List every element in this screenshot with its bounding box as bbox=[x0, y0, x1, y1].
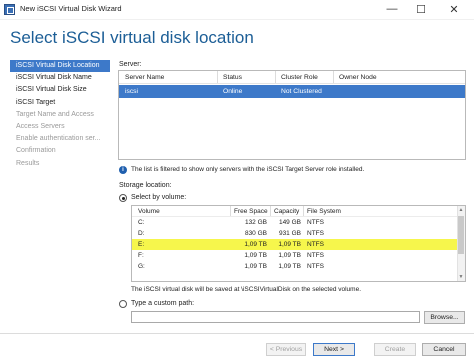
nav-item-virtual-disk-location[interactable]: iSCSI Virtual Disk Location bbox=[10, 60, 110, 73]
footer-divider bbox=[0, 333, 474, 334]
column-header-cluster-role[interactable]: Cluster Role bbox=[281, 74, 318, 81]
filter-info-text: The list is filtered to show only server… bbox=[131, 166, 365, 173]
volume-table-header: Volume Free Space Capacity File System bbox=[132, 206, 465, 217]
browse-button[interactable]: Browse... bbox=[424, 311, 465, 324]
server-status-cell: Online bbox=[223, 88, 243, 95]
custom-path-radio[interactable] bbox=[119, 300, 127, 308]
maximize-button[interactable]: ☐ bbox=[407, 0, 435, 18]
page-title: Select iSCSI virtual disk location bbox=[10, 28, 254, 47]
free-space-cell: 132 GB bbox=[244, 219, 267, 226]
capacity-cell: 931 GB bbox=[278, 230, 301, 237]
nav-item-target-name-access: Target Name and Access bbox=[16, 110, 94, 118]
file-system-cell: NTFS bbox=[307, 241, 324, 248]
server-label: Server: bbox=[119, 61, 142, 68]
create-button[interactable]: Create bbox=[374, 343, 416, 356]
table-row[interactable]: D: 830 GB 931 GB NTFS bbox=[132, 228, 465, 239]
server-name-cell: iscsi bbox=[125, 88, 139, 95]
save-location-note: The iSCSI virtual disk will be saved at … bbox=[131, 286, 362, 293]
volume-table-scrollbar[interactable]: ▲ ▼ bbox=[457, 206, 465, 281]
volume-cell: D: bbox=[138, 230, 145, 237]
column-header-free-space[interactable]: Free Space bbox=[234, 208, 268, 215]
nav-item-access-servers: Access Servers bbox=[16, 122, 65, 130]
file-system-cell: NTFS bbox=[307, 230, 324, 237]
next-button[interactable]: Next > bbox=[313, 343, 355, 356]
free-space-cell: 830 GB bbox=[244, 230, 267, 237]
server-cluster-role-cell: Not Clustered bbox=[281, 88, 322, 95]
nav-item-virtual-disk-size[interactable]: iSCSI Virtual Disk Size bbox=[10, 84, 110, 96]
file-system-cell: NTFS bbox=[307, 252, 324, 259]
volume-cell: F: bbox=[138, 252, 144, 259]
capacity-cell: 1,09 TB bbox=[278, 252, 301, 259]
table-row-highlighted[interactable]: E: 1,09 TB 1,09 TB NTFS bbox=[132, 239, 465, 250]
column-header-owner-node[interactable]: Owner Node bbox=[339, 74, 377, 81]
table-row[interactable]: iscsi Online Not Clustered bbox=[119, 85, 465, 98]
title-bar: New iSCSI Virtual Disk Wizard — ☐ ✕ bbox=[0, 0, 474, 20]
wizard-steps-nav: iSCSI Virtual Disk Location iSCSI Virtua… bbox=[10, 60, 110, 170]
server-table-header: Server Name Status Cluster Role Owner No… bbox=[119, 71, 465, 84]
column-header-status[interactable]: Status bbox=[223, 74, 242, 81]
custom-path-input[interactable] bbox=[131, 311, 420, 323]
cancel-button[interactable]: Cancel bbox=[422, 343, 466, 356]
storage-location-label: Storage location: bbox=[119, 182, 172, 189]
free-space-cell: 1,09 TB bbox=[244, 252, 267, 259]
window-title: New iSCSI Virtual Disk Wizard bbox=[20, 4, 122, 13]
file-system-cell: NTFS bbox=[307, 263, 324, 270]
volume-cell: C: bbox=[138, 219, 145, 226]
scroll-thumb[interactable] bbox=[458, 216, 464, 254]
scroll-up-arrow-icon[interactable]: ▲ bbox=[458, 207, 464, 213]
volume-cell: E: bbox=[138, 241, 145, 248]
column-header-server-name[interactable]: Server Name bbox=[125, 74, 164, 81]
minimize-button[interactable]: — bbox=[378, 0, 406, 18]
close-button[interactable]: ✕ bbox=[440, 0, 468, 18]
previous-button[interactable]: < Previous bbox=[266, 343, 306, 356]
free-space-cell: 1,09 TB bbox=[244, 263, 267, 270]
volume-cell: G: bbox=[138, 263, 145, 270]
info-icon: i bbox=[119, 166, 127, 174]
nav-item-iscsi-target[interactable]: iSCSI Target bbox=[10, 97, 110, 109]
nav-item-confirmation: Confirmation bbox=[16, 147, 56, 155]
scroll-down-arrow-icon[interactable]: ▼ bbox=[458, 274, 464, 280]
table-row[interactable]: G: 1,09 TB 1,09 TB NTFS bbox=[132, 261, 465, 272]
nav-item-virtual-disk-name[interactable]: iSCSI Virtual Disk Name bbox=[10, 72, 110, 84]
select-by-volume-radio[interactable] bbox=[119, 194, 127, 202]
free-space-cell: 1,09 TB bbox=[244, 241, 267, 248]
server-table: Server Name Status Cluster Role Owner No… bbox=[118, 70, 466, 160]
capacity-cell: 1,09 TB bbox=[278, 263, 301, 270]
nav-item-enable-authentication: Enable authentication ser... bbox=[16, 135, 101, 143]
wizard-app-icon bbox=[4, 4, 15, 15]
column-header-capacity[interactable]: Capacity bbox=[274, 208, 299, 215]
nav-item-results: Results bbox=[16, 159, 40, 167]
custom-path-label[interactable]: Type a custom path: bbox=[131, 300, 194, 307]
volume-table: Volume Free Space Capacity File System C… bbox=[131, 205, 466, 282]
table-row[interactable]: C: 132 GB 149 GB NTFS bbox=[132, 217, 465, 228]
capacity-cell: 1,09 TB bbox=[278, 241, 301, 248]
column-header-file-system[interactable]: File System bbox=[307, 208, 341, 215]
column-header-volume[interactable]: Volume bbox=[138, 208, 160, 215]
table-row[interactable]: F: 1,09 TB 1,09 TB NTFS bbox=[132, 250, 465, 261]
capacity-cell: 149 GB bbox=[278, 219, 301, 226]
file-system-cell: NTFS bbox=[307, 219, 324, 226]
select-by-volume-label[interactable]: Select by volume: bbox=[131, 194, 186, 201]
